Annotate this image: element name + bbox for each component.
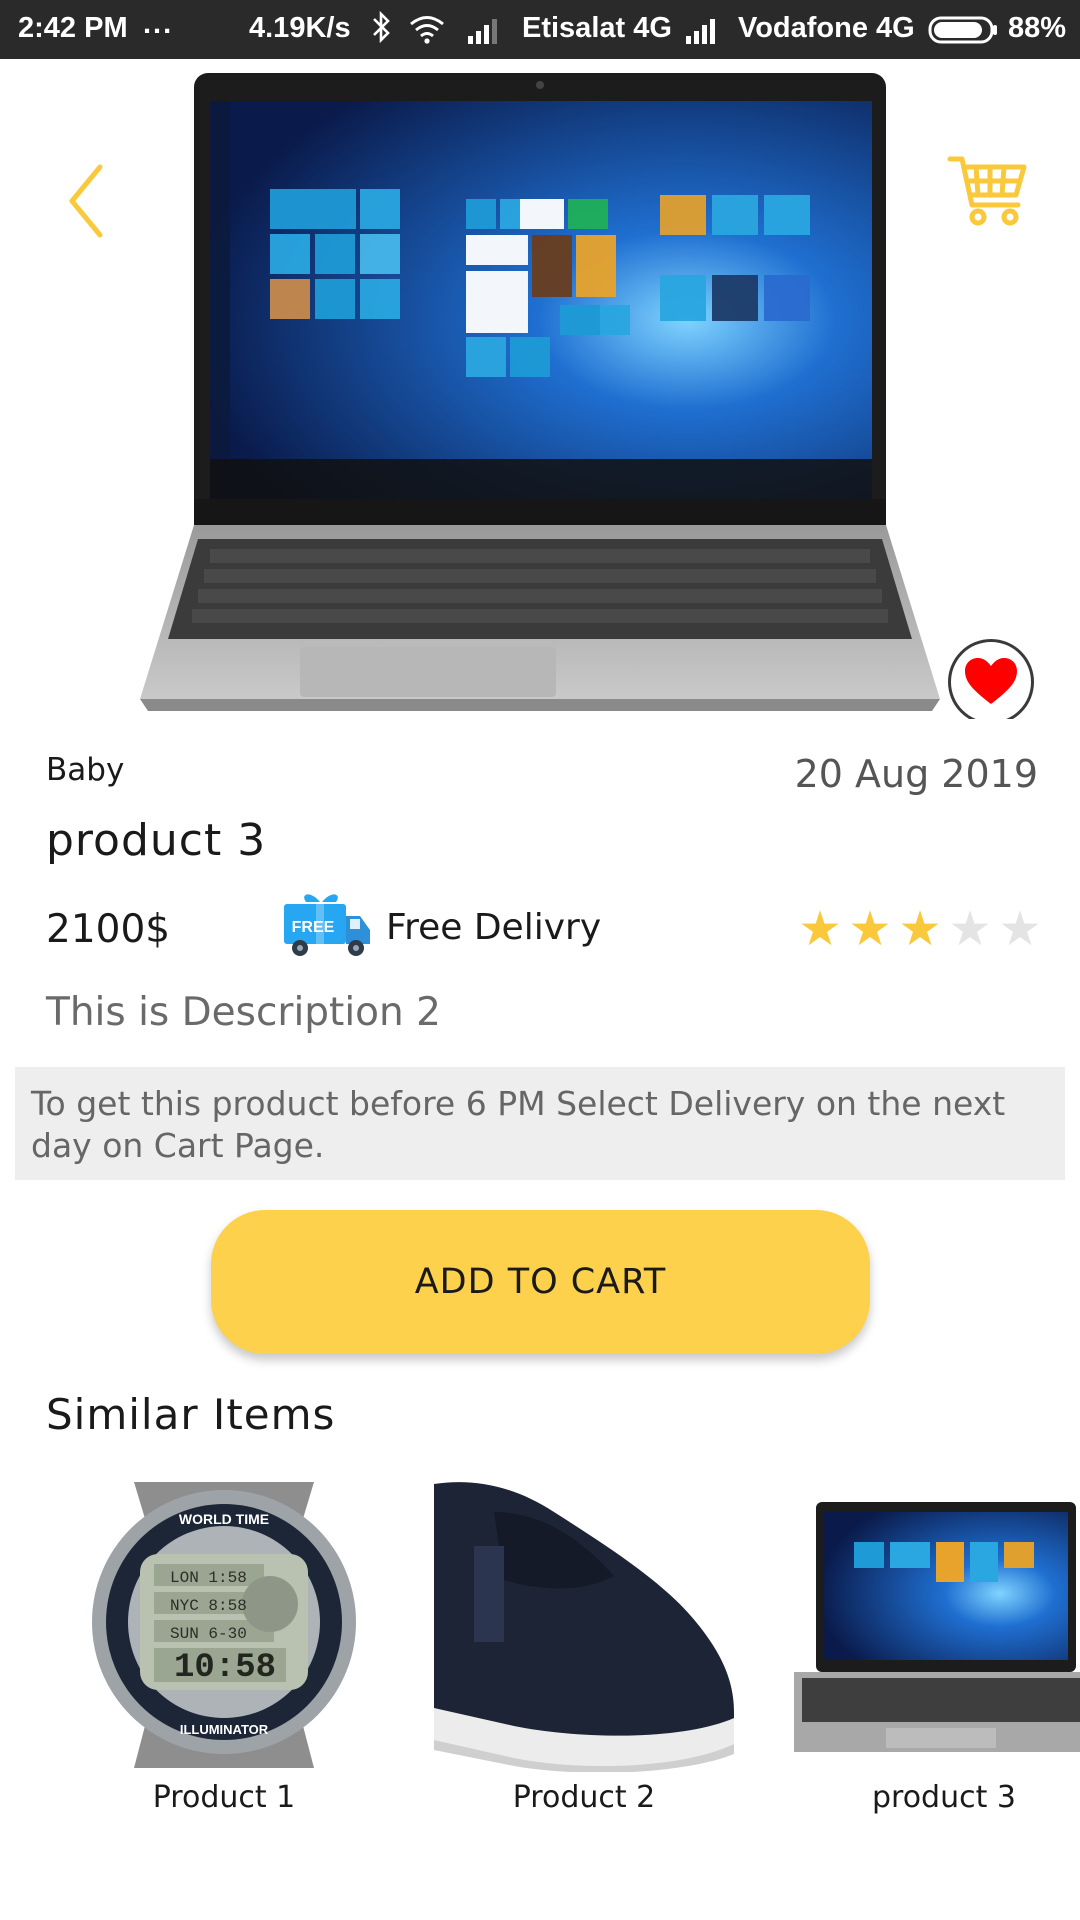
similar-item-card[interactable]: Product 2	[434, 1472, 734, 1815]
add-to-cart-button[interactable]: ADD TO CART	[211, 1210, 870, 1354]
similar-item-label: product 3	[871, 1780, 1016, 1815]
battery-icon	[928, 16, 998, 44]
similar-item-label: Product 1	[152, 1780, 296, 1815]
heart-icon	[965, 658, 1017, 704]
status-time: 2:42 PM	[18, 12, 128, 44]
star-empty-icon: ★	[948, 901, 992, 957]
cart-button[interactable]	[946, 147, 1030, 231]
carrier-1: Etisalat 4G	[522, 12, 672, 44]
free-badge-text: FREE	[292, 919, 335, 936]
similar-item-card[interactable]: product 3	[794, 1472, 1080, 1815]
signal-icon	[466, 16, 504, 44]
chevron-left-icon	[69, 164, 103, 238]
svg-text:ILLUMINATOR: ILLUMINATOR	[180, 1722, 269, 1737]
star-empty-icon: ★	[998, 901, 1042, 957]
wifi-icon	[408, 14, 446, 44]
bluetooth-icon	[370, 10, 394, 44]
battery-percent: 88%	[1008, 12, 1067, 44]
shoe-image	[434, 1472, 734, 1773]
delivery-notice: To get this product before 6 PM Select D…	[15, 1067, 1065, 1180]
svg-text:10:58: 10:58	[174, 1649, 276, 1687]
svg-text:SUN 6-30: SUN 6-30	[170, 1625, 247, 1643]
network-speed: 4.19K/s	[249, 12, 351, 44]
star-filled-icon: ★	[898, 901, 942, 957]
similar-item-card[interactable]: LON 1:58 NYC 8:58 SUN 6-30 10:58 WORLD T…	[74, 1472, 374, 1815]
shopping-cart-icon	[947, 156, 1027, 226]
similar-item-label: Product 2	[512, 1780, 656, 1815]
product-category: Baby	[46, 752, 125, 788]
star-filled-icon: ★	[848, 901, 892, 957]
star-filled-icon: ★	[798, 901, 842, 957]
similar-items-title: Similar Items	[46, 1390, 336, 1439]
status-dots: ...	[143, 8, 174, 40]
svg-text:LON 1:58: LON 1:58	[170, 1569, 247, 1587]
product-title: product 3	[46, 815, 267, 866]
delivery-label: Free Delivry	[386, 907, 602, 948]
laptop-image	[794, 1472, 1080, 1772]
carrier-2: Vodafone 4G	[738, 12, 915, 44]
signal-icon	[684, 16, 722, 44]
watch-image: LON 1:58 NYC 8:58 SUN 6-30 10:58 WORLD T…	[74, 1472, 374, 1772]
favorite-button[interactable]	[948, 639, 1034, 719]
product-image	[0, 59, 1080, 719]
product-price: 2100$	[46, 907, 171, 952]
product-description: This is Description 2	[46, 990, 441, 1035]
svg-text:WORLD TIME: WORLD TIME	[179, 1511, 269, 1527]
back-button[interactable]	[60, 161, 120, 241]
svg-text:NYC 8:58: NYC 8:58	[170, 1597, 247, 1615]
product-date: 20 Aug 2019	[794, 752, 1038, 796]
delivery-truck-icon: FREE	[280, 888, 374, 964]
status-bar: 2:42 PM ... 4.19K/s Etisalat 4G Vodafone…	[0, 0, 1080, 59]
rating-stars: ★ ★ ★ ★ ★	[796, 902, 1044, 956]
